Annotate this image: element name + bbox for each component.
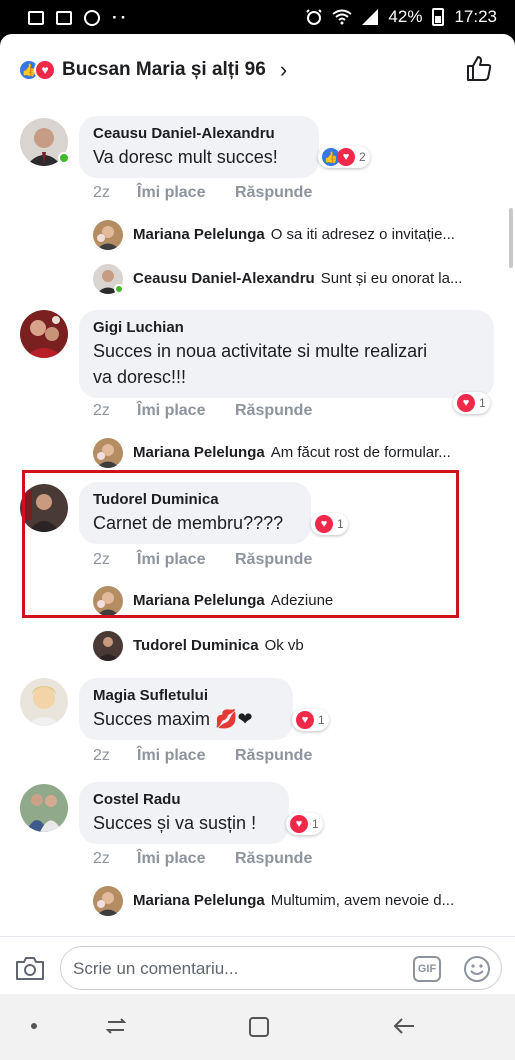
comment-text: Va doresc mult succes! [93, 147, 278, 167]
reply-button[interactable]: Răspunde [235, 747, 312, 765]
reaction-badge[interactable]: ♥ 1 [453, 392, 490, 414]
signal-icon [362, 9, 379, 25]
love-reaction-icon: ♥ [290, 815, 308, 833]
reaction-count: 1 [312, 817, 319, 831]
comment-composer: Scrie un comentariu... GIF [0, 936, 515, 994]
highlight-box [22, 470, 459, 618]
gif-button[interactable]: GIF [413, 956, 441, 982]
comment-bubble[interactable]: Gigi Luchian Succes in noua activitate s… [79, 310, 494, 398]
comment-time: 2z [93, 850, 110, 867]
alarm-icon [306, 9, 323, 25]
comment-time: 2z [93, 184, 110, 201]
reply-text: Sunt și eu onorat la... [320, 270, 463, 287]
comment-author[interactable]: Gigi Luchian [93, 318, 480, 338]
avatar[interactable] [20, 678, 68, 726]
comment-author[interactable]: Ceausu Daniel-Alexandru [93, 124, 305, 144]
comment-time: 2z [93, 747, 110, 764]
emoji-icon[interactable] [462, 954, 492, 984]
comment-author[interactable]: Magia Sufletului [93, 686, 279, 706]
recent-apps-icon[interactable] [104, 1016, 128, 1036]
comment-actions: 2z Îmi place Răspunde [93, 402, 312, 420]
home-icon[interactable] [248, 1016, 270, 1038]
reaction-count: 1 [318, 713, 325, 727]
comment-actions: 2z Îmi place Răspunde [93, 184, 312, 202]
reply-button[interactable]: Răspunde [235, 184, 312, 202]
comment-bubble[interactable]: Magia Sufletului Succes maxim 💋❤ [79, 678, 293, 740]
comment-text: Succes și va susțin ! [93, 813, 257, 833]
status-bar: ·· 42% 17:23 [0, 0, 515, 34]
battery-icon [432, 8, 445, 26]
reaction-badge[interactable]: 👍 ♥ 2 [318, 146, 370, 168]
comment-input[interactable]: Scrie un comentariu... GIF [60, 946, 502, 990]
reply-button[interactable]: Răspunde [235, 850, 312, 868]
nav-dot-icon[interactable] [30, 1022, 38, 1030]
comment-input-placeholder: Scrie un comentariu... [73, 959, 239, 978]
sync-icon [84, 10, 100, 26]
reply-author[interactable]: Ceausu Daniel-Alexandru [133, 270, 315, 287]
mail-icon [56, 11, 72, 25]
reply-author[interactable]: Tudorel Duminica [133, 637, 259, 654]
love-reaction-icon: ♥ [34, 59, 56, 81]
reply-preview[interactable]: Mariana Pelelunga Multumim, avem nevoie … [133, 892, 493, 909]
like-button[interactable]: Îmi place [137, 402, 235, 420]
back-icon[interactable] [392, 1016, 416, 1036]
love-reaction-icon: ♥ [296, 711, 314, 729]
wifi-icon [332, 9, 353, 25]
comment-time: 2z [93, 402, 110, 419]
comment-bubble[interactable]: Ceausu Daniel-Alexandru Va doresc mult s… [79, 116, 319, 178]
system-nav-bar [0, 994, 515, 1060]
like-button[interactable]: Îmi place [137, 747, 235, 765]
like-button[interactable]: Îmi place [137, 184, 235, 202]
comments-sheet: 👍 ♥ Bucsan Maria și alți 96 › Ceausu Dan… [0, 34, 515, 994]
reply-preview[interactable]: Tudorel Duminica Ok vb [133, 637, 493, 654]
reply-text: Am făcut rost de formular... [270, 444, 451, 461]
gallery-icon [28, 11, 44, 25]
like-button[interactable]: Îmi place [137, 850, 235, 868]
scrollbar[interactable] [509, 208, 513, 268]
online-indicator [58, 152, 70, 164]
avatar[interactable] [93, 631, 123, 661]
comment-text: Succes in noua activitate si multe reali… [93, 341, 428, 361]
reaction-count: 1 [479, 396, 486, 410]
avatar[interactable] [93, 220, 123, 250]
battery-percent: 42% [388, 7, 423, 26]
reaction-badge[interactable]: ♥ 1 [292, 709, 329, 731]
reply-text: Ok vb [264, 637, 304, 654]
comment-text: va doresc!!! [93, 367, 187, 387]
reply-button[interactable]: Răspunde [235, 402, 312, 420]
reactions-header[interactable]: 👍 ♥ Bucsan Maria și alți 96 › [0, 34, 515, 106]
thumbs-up-icon[interactable] [465, 54, 493, 82]
reply-preview[interactable]: Ceausu Daniel-Alexandru Sunt și eu onora… [133, 270, 493, 287]
avatar[interactable] [20, 310, 68, 358]
chevron-right-icon[interactable]: › [280, 57, 287, 83]
reply-text: Multumim, avem nevoie d... [270, 892, 455, 909]
reply-author[interactable]: Mariana Pelelunga [133, 444, 265, 461]
clock: 17:23 [454, 7, 497, 26]
love-reaction-icon: ♥ [457, 394, 475, 412]
reply-text: O sa iti adresez o invitație... [270, 226, 455, 243]
reaction-badge[interactable]: ♥ 1 [286, 813, 323, 835]
comment-actions: 2z Îmi place Răspunde [93, 850, 312, 868]
camera-icon[interactable] [15, 955, 45, 981]
reply-preview[interactable]: Mariana Pelelunga Am făcut rost de formu… [133, 444, 493, 461]
reactions-summary[interactable]: Bucsan Maria și alți 96 [62, 59, 266, 81]
comment-bubble[interactable]: Costel Radu Succes și va susțin ! [79, 782, 289, 844]
avatar[interactable] [93, 438, 123, 468]
avatar[interactable] [20, 784, 68, 832]
online-indicator [114, 284, 124, 294]
reply-preview[interactable]: Mariana Pelelunga O sa iti adresez o inv… [133, 226, 493, 243]
love-reaction-icon: ♥ [337, 148, 355, 166]
comment-actions: 2z Îmi place Răspunde [93, 747, 312, 765]
reaction-count: 2 [359, 150, 366, 164]
reaction-icons: 👍 ♥ [18, 59, 56, 81]
comment-text: Succes maxim 💋❤ [93, 709, 253, 729]
more-notifications-icon: ·· [112, 8, 130, 27]
reply-author[interactable]: Mariana Pelelunga [133, 892, 265, 909]
reply-author[interactable]: Mariana Pelelunga [133, 226, 265, 243]
comment-author[interactable]: Costel Radu [93, 790, 275, 810]
avatar[interactable] [93, 886, 123, 916]
